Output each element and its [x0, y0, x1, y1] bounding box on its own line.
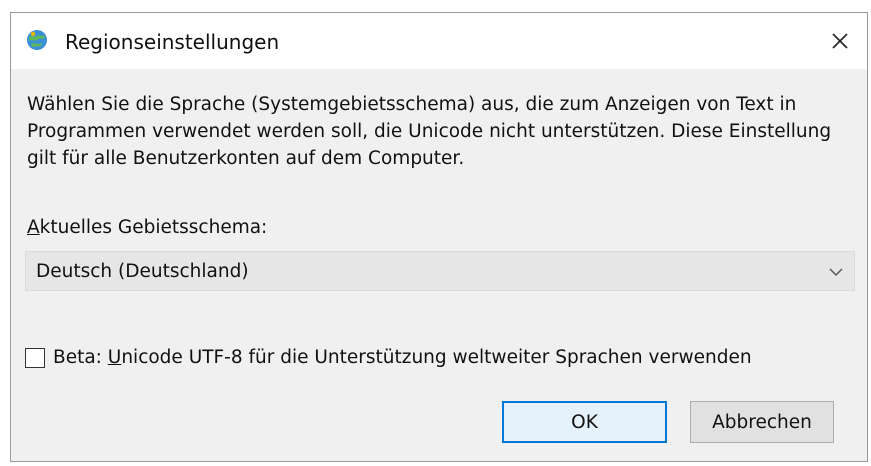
- locale-label-text: ktuelles Gebietsschema:: [39, 217, 268, 238]
- description-text: Wählen Sie die Sprache (Systemgebietssch…: [27, 94, 832, 169]
- close-button[interactable]: [813, 13, 867, 69]
- utf8-beta-checkbox[interactable]: [25, 347, 45, 368]
- utf8-label-mnemonic: U: [107, 347, 122, 368]
- utf8-label-text: nicode UTF-8 für die Unterstützung weltw…: [121, 347, 752, 368]
- utf8-option-row: Beta: Unicode UTF-8 für die Unterstützun…: [25, 347, 752, 368]
- close-icon: [832, 33, 848, 49]
- cancel-button[interactable]: Abbrechen: [690, 401, 834, 443]
- locale-label: Aktuelles Gebietsschema:: [27, 217, 267, 238]
- window-title: Regionseinstellungen: [65, 30, 280, 54]
- locale-selected-value: Deutsch (Deutschland): [36, 260, 249, 282]
- chevron-down-icon: [829, 268, 843, 277]
- locale-dropdown[interactable]: Deutsch (Deutschland): [25, 251, 855, 291]
- region-settings-dialog: Regionseinstellungen Wählen Sie die Spra…: [10, 12, 868, 462]
- ok-button[interactable]: OK: [502, 401, 667, 443]
- utf8-beta-label[interactable]: Beta: Unicode UTF-8 für die Unterstützun…: [53, 347, 752, 368]
- utf8-label-prefix: Beta:: [53, 347, 108, 368]
- globe-settings-icon: [25, 28, 49, 52]
- locale-label-mnemonic: A: [27, 217, 40, 238]
- title-bar: Regionseinstellungen: [11, 13, 867, 69]
